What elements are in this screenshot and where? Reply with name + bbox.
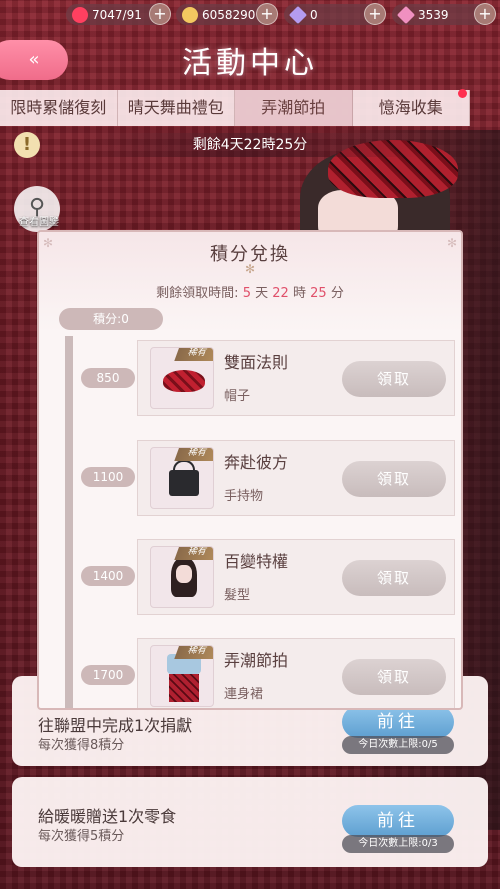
reward-type: 連身裙 [224, 687, 264, 702]
daily-limit: 今日次數上限:0/3 [342, 835, 454, 853]
claim-button[interactable]: 領取 [342, 659, 446, 695]
countdown-label: 剩餘領取時間: [156, 286, 239, 301]
task-title: 給暖暖贈送1次零食 [38, 807, 177, 826]
info-icon[interactable]: ! [14, 132, 40, 158]
reward-type: 髮型 [224, 588, 251, 603]
points-exchange-dialog: ✻ ✻ ✻ 積分兌換 剩餘領取時間: 5 天 22 時 25 分 積分:0 85… [37, 230, 463, 710]
remaining-time: 剩餘4天22時25分 [80, 133, 420, 157]
go-button[interactable]: 前往 [342, 805, 454, 837]
claim-button[interactable]: 領取 [342, 560, 446, 596]
add-hearts-button[interactable]: + [149, 3, 171, 25]
threshold-badge: 850 [81, 368, 135, 388]
task-reward: 每次獲得5積分 [38, 829, 125, 844]
reward-row: 稀有 奔赴彼方 手持物 領取 [137, 440, 455, 516]
reward-row: 稀有 弄潮節拍 連身裙 領取 [137, 638, 455, 708]
reward-name: 雙面法則 [224, 353, 289, 372]
countdown-hour-unit: 時 [292, 286, 306, 301]
rare-tag: 稀有 [174, 547, 213, 560]
gold-value: 6058290 [202, 7, 256, 22]
reward-type: 手持物 [224, 489, 264, 504]
threshold-badge: 1400 [81, 566, 135, 586]
claim-button[interactable]: 領取 [342, 461, 446, 497]
reward-type: 帽子 [224, 389, 251, 404]
rare-tag: 稀有 [174, 348, 213, 361]
tab-bar: 限時累儲復刻 晴天舞曲禮包 弄潮節拍 憶海收集 [0, 90, 470, 126]
add-diamond-button[interactable]: + [364, 3, 386, 25]
dress-item-icon: 稀有 [150, 645, 214, 707]
page-title: 活動中心 [182, 46, 318, 81]
claim-countdown: 剩餘領取時間: 5 天 22 時 25 分 [39, 282, 461, 301]
reward-name: 百變特權 [224, 552, 289, 571]
add-pink-diamond-button[interactable]: + [474, 3, 496, 25]
rare-tag: 稀有 [174, 448, 213, 461]
tab-sunny-dance[interactable]: 晴天舞曲禮包 [118, 90, 235, 126]
pink-diamond-value: 3539 [418, 7, 449, 22]
gallery-label[interactable]: 查看圖鑒 [8, 213, 70, 228]
reward-row: 稀有 百變特權 髮型 領取 [137, 539, 455, 615]
tab-trend-beat[interactable]: 弄潮節拍 [235, 90, 353, 126]
countdown-minutes: 25 [310, 286, 327, 301]
task-card: 給暖暖贈送1次零食 每次獲得5積分 前往 今日次數上限:0/3 [12, 777, 488, 867]
task-title: 往聯盟中完成1次捐獻 [38, 716, 193, 735]
hairstyle-item-icon: 稀有 [150, 546, 214, 608]
task-reward: 每次獲得8積分 [38, 738, 125, 753]
heart-icon [72, 6, 88, 23]
reward-name: 奔赴彼方 [224, 453, 289, 472]
handbag-item-icon: 稀有 [150, 447, 214, 509]
daily-limit: 今日次數上限:0/5 [342, 736, 454, 754]
threshold-badge: 1700 [81, 665, 135, 685]
tab-memory-sea[interactable]: 憶海收集 [353, 90, 470, 126]
rare-tag: 稀有 [174, 646, 213, 659]
progress-track [65, 336, 73, 708]
countdown-day-unit: 天 [255, 286, 269, 301]
cat-coin-icon [182, 6, 198, 23]
diamond-value: 0 [310, 7, 318, 22]
pink-diamond-icon [396, 5, 416, 24]
beret-item-icon: 稀有 [150, 347, 214, 409]
add-gold-button[interactable]: + [256, 3, 278, 25]
threshold-badge: 1100 [81, 467, 135, 487]
countdown-days: 5 [242, 286, 251, 301]
points-badge: 積分:0 [59, 308, 163, 330]
go-button[interactable]: 前往 [342, 706, 454, 738]
tab-limited-recharge[interactable]: 限時累儲復刻 [0, 90, 118, 126]
countdown-hours: 22 [272, 286, 289, 301]
countdown-minute-unit: 分 [330, 286, 344, 301]
diamond-icon [288, 5, 308, 24]
dialog-title: 積分兌換 [210, 244, 290, 265]
hearts-value: 7047/91 [92, 7, 142, 22]
reward-name: 弄潮節拍 [224, 651, 289, 670]
claim-button[interactable]: 領取 [342, 361, 446, 397]
reward-row: 稀有 雙面法則 帽子 領取 [137, 340, 455, 416]
notification-dot [458, 89, 467, 98]
resource-bar: 7047/91 + 6058290 + 0 + 3539 + [0, 0, 500, 30]
